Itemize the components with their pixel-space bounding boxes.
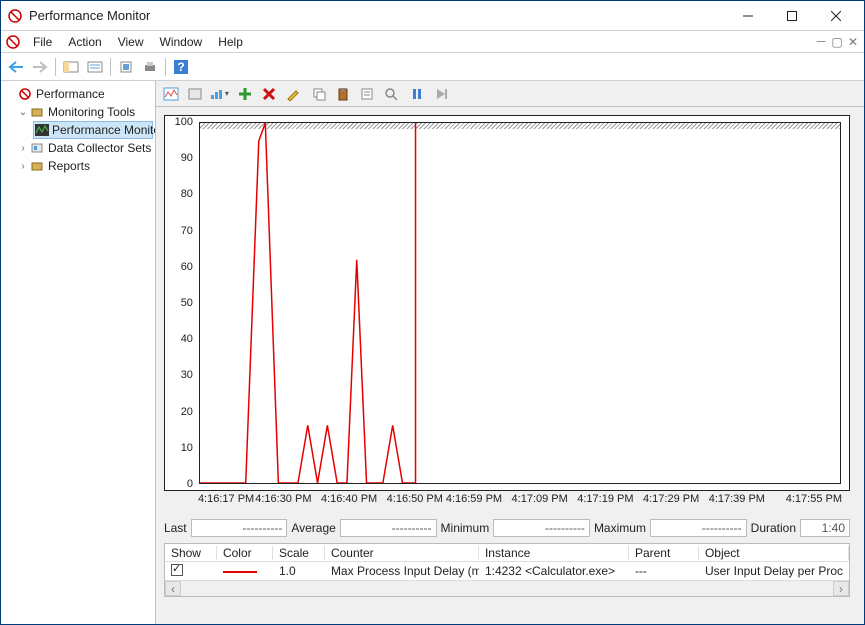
show-checkbox[interactable] <box>171 564 183 576</box>
minimize-button[interactable] <box>726 2 770 30</box>
properties-button[interactable] <box>84 56 106 78</box>
delete-counter-button[interactable] <box>258 83 280 105</box>
col-scale[interactable]: Scale <box>273 546 325 560</box>
average-value: ---------- <box>340 519 437 537</box>
scale-value: 1.0 <box>273 564 325 578</box>
tools-icon <box>29 104 45 120</box>
maximum-label: Maximum <box>594 521 646 535</box>
col-parent[interactable]: Parent <box>629 546 699 560</box>
close-button[interactable] <box>814 2 858 30</box>
data-collector-icon <box>29 140 45 156</box>
chart-toolbar: ▾ <box>156 81 864 107</box>
parent-value: --- <box>629 564 699 578</box>
legend-row[interactable]: 1.0 Max Process Input Delay (ms) 1:4232 … <box>165 562 849 580</box>
twisty-closed-icon[interactable]: › <box>17 161 29 172</box>
duration-value: 1:40 <box>800 519 850 537</box>
maximize-button[interactable] <box>770 2 814 30</box>
properties-chart-button[interactable] <box>356 83 378 105</box>
console-tree[interactable]: Performance ⌄ Monitoring Tools Performan… <box>1 81 156 624</box>
title-bar: Performance Monitor <box>1 1 864 31</box>
mdi-controls: － ▢ ✕ <box>814 35 864 49</box>
col-object[interactable]: Object <box>699 546 849 560</box>
color-swatch <box>223 571 257 573</box>
col-counter[interactable]: Counter <box>325 546 479 560</box>
menu-help[interactable]: Help <box>210 33 251 51</box>
update-data-button[interactable] <box>430 83 452 105</box>
x-axis-labels: 4:16:17 PM4:16:30 PM4:16:40 PM4:16:50 PM… <box>198 493 842 511</box>
perfmon-icon <box>35 122 49 138</box>
zoom-button[interactable] <box>380 83 402 105</box>
y-axis-labels: 1009080706050403020100 <box>169 122 195 484</box>
twisty-open-icon[interactable]: ⌄ <box>17 107 29 118</box>
object-value: User Input Delay per Proc <box>699 564 849 578</box>
mdi-close[interactable]: ✕ <box>846 35 860 49</box>
counter-name: Max Process Input Delay (ms) <box>325 564 479 578</box>
last-value: ---------- <box>191 519 288 537</box>
show-hide-console-tree-button[interactable] <box>60 56 82 78</box>
freeze-display-button[interactable] <box>406 83 428 105</box>
col-show[interactable]: Show <box>165 546 217 560</box>
copy-properties-button[interactable] <box>308 83 330 105</box>
stats-row: Last ---------- Average ---------- Minim… <box>164 517 850 539</box>
tree-root-performance[interactable]: Performance <box>3 85 153 103</box>
back-button[interactable] <box>5 56 27 78</box>
view-log-data-button[interactable] <box>184 83 206 105</box>
menu-action[interactable]: Action <box>60 33 109 51</box>
help-button[interactable]: ? <box>170 56 192 78</box>
svg-text:?: ? <box>177 60 184 74</box>
col-color[interactable]: Color <box>217 546 273 560</box>
chart-wrapper: 1009080706050403020100 4:16:17 PM4:16:30… <box>156 107 864 624</box>
view-current-activity-button[interactable] <box>160 83 182 105</box>
legend-scrollbar[interactable]: ‹ › <box>165 580 849 596</box>
tree-data-collector-sets[interactable]: › Data Collector Sets <box>3 139 153 157</box>
mdi-minimize[interactable]: － <box>814 35 828 49</box>
add-counter-button[interactable] <box>234 83 256 105</box>
highlight-button[interactable] <box>282 83 304 105</box>
menu-view[interactable]: View <box>110 33 152 51</box>
instance-value: 1:4232 <Calculator.exe> <box>479 564 629 578</box>
average-label: Average <box>291 521 335 535</box>
chart-plot <box>200 123 840 483</box>
menu-file[interactable]: File <box>25 33 60 51</box>
export-button[interactable] <box>115 56 137 78</box>
minimum-value: ---------- <box>493 519 590 537</box>
last-label: Last <box>164 521 187 535</box>
window-title: Performance Monitor <box>29 8 726 23</box>
duration-label: Duration <box>751 521 796 535</box>
main-toolbar: ? <box>1 53 864 81</box>
col-instance[interactable]: Instance <box>479 546 629 560</box>
mdi-restore[interactable]: ▢ <box>830 35 844 49</box>
scroll-right-button[interactable]: › <box>833 581 849 596</box>
change-graph-type-button[interactable]: ▾ <box>208 83 230 105</box>
legend-header: Show Color Scale Counter Instance Parent… <box>165 544 849 562</box>
tree-reports[interactable]: › Reports <box>3 157 153 175</box>
tree-performance-monitor[interactable]: Performance Monitor <box>33 121 153 139</box>
reports-icon <box>29 158 45 174</box>
twisty-closed-icon[interactable]: › <box>17 143 29 154</box>
minimum-label: Minimum <box>441 521 490 535</box>
print-button[interactable] <box>139 56 161 78</box>
content-pane: ▾ 1009080706050403020100 <box>156 81 864 624</box>
menu-window[interactable]: Window <box>152 33 211 51</box>
chart-area[interactable]: 1009080706050403020100 <box>164 115 850 491</box>
counter-legend[interactable]: Show Color Scale Counter Instance Parent… <box>164 543 850 597</box>
system-menu-icon[interactable] <box>5 34 21 50</box>
menu-bar: File Action View Window Help － ▢ ✕ <box>1 31 864 53</box>
forward-button[interactable] <box>29 56 51 78</box>
performance-icon <box>17 86 33 102</box>
paste-counter-list-button[interactable] <box>332 83 354 105</box>
scroll-left-button[interactable]: ‹ <box>165 581 181 596</box>
app-icon <box>7 8 23 24</box>
maximum-value: ---------- <box>650 519 747 537</box>
tree-monitoring-tools[interactable]: ⌄ Monitoring Tools <box>3 103 153 121</box>
